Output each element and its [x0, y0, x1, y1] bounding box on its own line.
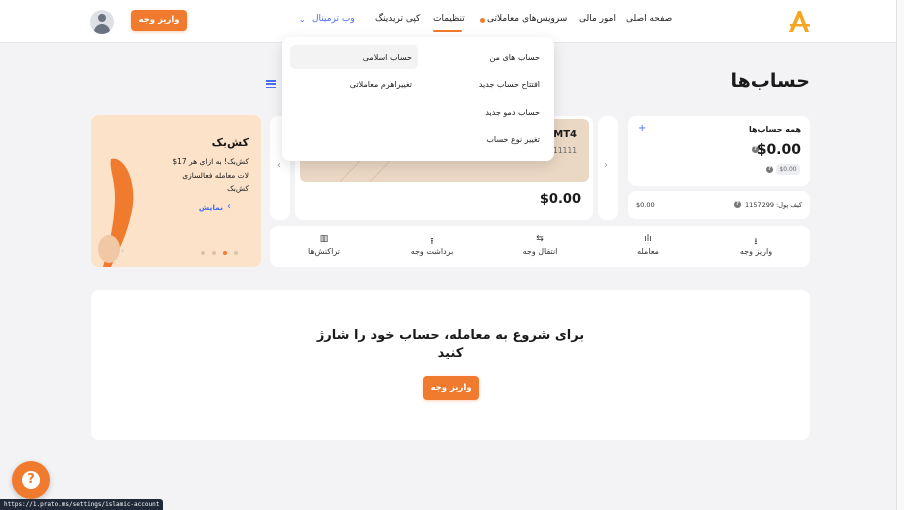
menu-item-islamic-account[interactable]: حساب اسلامی [363, 53, 412, 62]
help-icon[interactable]: ? [752, 146, 759, 153]
upload-icon: ⭱ [430, 237, 434, 247]
question-icon: ? [22, 471, 40, 489]
cashback-text-2: لات معامله فعالسازی [182, 171, 249, 180]
add-account-icon[interactable]: + [638, 123, 646, 134]
cashback-title: کش‌بک [211, 136, 249, 149]
status-bar-url: https://1.prato.ms/settings/islamic-acco… [0, 499, 164, 510]
action-label: تراکنش‌ها [308, 247, 340, 256]
chevron-down-icon[interactable]: ⌄ [299, 15, 306, 24]
help-chat-button[interactable]: ? [12, 461, 50, 499]
chevron-left-icon: ‹ [277, 160, 281, 171]
wallet-label: کیف پول: 1157299 [745, 201, 802, 209]
nav-active-indicator [433, 30, 462, 32]
account-number: 11111 [553, 146, 577, 155]
nav-web-terminal[interactable]: وب ترمینال [312, 14, 355, 24]
action-transfer[interactable]: ⇆ انتقال وجه [510, 234, 570, 256]
chevron-left-icon: ‹ [227, 201, 231, 212]
candles-icon: ılı [644, 234, 652, 244]
action-label: برداشت وجه [410, 247, 454, 256]
empty-state-card: برای شروع به معامله، حساب خود را شارژ کن… [91, 290, 810, 440]
carousel-next-button[interactable]: › [598, 116, 618, 220]
action-deposit[interactable]: ⭳ واریز وجه [726, 234, 786, 256]
action-label: انتقال وجه [522, 247, 558, 256]
cashback-banner[interactable]: کش‌بک $17 کش‌بک! به ازای هر لات معامله ف… [91, 115, 261, 267]
notification-dot [480, 18, 485, 23]
action-label: واریز وجه [739, 247, 773, 256]
help-icon[interactable]: ? [766, 166, 773, 173]
page-scrollbar[interactable] [896, 0, 904, 510]
user-icon-body [94, 24, 110, 34]
trash-icon: ▥ [319, 234, 329, 244]
page-title: حساب‌ها [730, 70, 810, 92]
wallet-value: $0.00 [636, 201, 655, 209]
total-balance: $0.00 [756, 142, 801, 158]
wallet-card[interactable]: کیف پول: 1157299 ? $0.00 [628, 191, 810, 219]
cashback-text-3: کش‌بک [227, 184, 249, 193]
nav-trading-services[interactable]: سرویس‌های معاملاتی [487, 14, 567, 24]
download-icon: ⭳ [754, 237, 758, 247]
chevron-right-icon: › [604, 160, 608, 171]
empty-state-line-1: برای شروع به معامله، حساب خود را شارژ [316, 328, 585, 343]
menu-item-change-account-type[interactable]: تغییر نوع حساب [486, 135, 540, 144]
slider-prev-icon[interactable]: ‹ [121, 246, 124, 255]
empty-state-line-2: کنید [437, 346, 464, 361]
slider-dot[interactable] [212, 251, 216, 255]
empty-state-deposit-button[interactable]: واریز وجه [423, 376, 479, 400]
account-balance: $0.00 [539, 192, 581, 207]
nav-settings[interactable]: تنظیمات [433, 14, 465, 24]
all-accounts-title: همه حساب‌ها [748, 125, 801, 134]
balance-chip: $0.00 [776, 164, 800, 175]
all-accounts-card: + همه حساب‌ها $0.00 ? $0.00 ? [628, 116, 810, 186]
account-platform: MT4 [553, 129, 577, 140]
menu-item-my-accounts[interactable]: حساب های من [490, 53, 540, 62]
user-avatar[interactable] [90, 10, 114, 34]
nav-home[interactable]: صفحه اصلی [626, 14, 672, 24]
menu-item-new-demo[interactable]: حساب دمو جدید [485, 108, 540, 117]
list-view-icon[interactable] [266, 80, 276, 89]
cashback-text-1: $17 کش‌بک! به ازای هر [172, 157, 249, 166]
action-transactions[interactable]: ▥ تراکنش‌ها [294, 234, 354, 256]
slider-dot[interactable] [201, 251, 205, 255]
nav-copy-trading[interactable]: کپی تریدینگ [375, 14, 420, 24]
action-withdraw[interactable]: ⭱ برداشت وجه [402, 234, 462, 256]
slider-dots[interactable] [201, 250, 241, 256]
user-icon-head [98, 14, 106, 22]
cashback-show-link[interactable]: نمایش [199, 203, 223, 212]
boomerang-icon [98, 158, 134, 267]
settings-dropdown: حساب های من افتتاح حساب جدید حساب دمو جد… [282, 37, 554, 161]
menu-item-open-account[interactable]: افتتاح حساب جدید [479, 80, 540, 89]
transfer-icon: ⇆ [536, 234, 544, 244]
quick-actions-bar: ⭳ واریز وجه ılı معامله ⇆ انتقال وجه ⭱ بر… [270, 226, 810, 267]
help-icon[interactable]: ? [734, 201, 741, 208]
slider-dot[interactable] [234, 251, 238, 255]
brand-logo[interactable] [786, 8, 812, 34]
menu-item-change-leverage[interactable]: تغییراهرم معاملاتی [350, 80, 412, 89]
nav-finance[interactable]: امور مالی [579, 14, 616, 24]
slider-dot-active[interactable] [223, 251, 227, 255]
action-label: معامله [637, 247, 659, 256]
header-deposit-button[interactable]: واریز وجه [131, 10, 187, 31]
action-trade[interactable]: ılı معامله [618, 234, 678, 256]
